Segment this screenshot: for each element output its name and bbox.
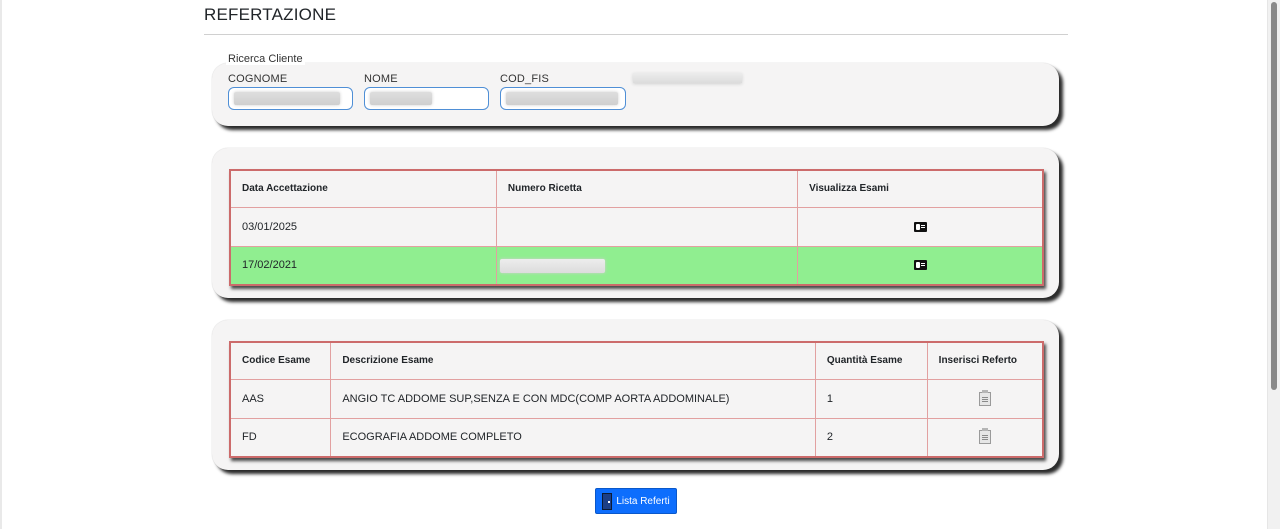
- redacted-value: [234, 92, 340, 105]
- id-card-icon[interactable]: [913, 221, 927, 232]
- report-icon[interactable]: [978, 428, 991, 445]
- exam-description-cell: ECOGRAFIA ADDOME COMPLETO: [330, 417, 816, 458]
- col-header-codice-esame: Codice Esame: [229, 341, 332, 380]
- nome-label: NOME: [364, 73, 398, 85]
- col-header-inserisci-referto: Inserisci Referto: [926, 341, 1044, 380]
- exam-description-cell: ANGIO TC ADDOME SUP,SENZA E CON MDC(COMP…: [330, 378, 816, 419]
- cognome-input[interactable]: [228, 87, 353, 110]
- table-row[interactable]: 03/01/2025: [229, 206, 1044, 247]
- col-header-numero-ricetta: Numero Ricetta: [495, 169, 799, 208]
- redacted-value: [506, 92, 618, 105]
- redacted-value: [499, 258, 605, 273]
- table-header-row: Data Accettazione Numero Ricetta Visuali…: [229, 169, 1044, 208]
- codfis-input[interactable]: [500, 87, 626, 110]
- redacted-area: [633, 73, 742, 83]
- redacted-value: [370, 92, 432, 105]
- acceptance-date-cell: 03/01/2025: [229, 206, 497, 247]
- cognome-label: COGNOME: [228, 73, 288, 85]
- exam-quantity-cell: 2: [814, 417, 928, 458]
- page-left-border: [0, 0, 2, 529]
- insert-report-cell: [926, 417, 1044, 458]
- search-legend: Ricerca Cliente: [226, 53, 305, 65]
- col-header-quantita-esame: Quantità Esame: [814, 341, 928, 380]
- id-card-icon[interactable]: [913, 260, 927, 271]
- page-title: REFERTAZIONE: [204, 5, 337, 24]
- view-exams-cell: [797, 245, 1044, 286]
- col-header-data-accettazione: Data Accettazione: [229, 169, 497, 208]
- table-row: FD ECOGRAFIA ADDOME COMPLETO 2: [229, 417, 1044, 458]
- lista-referti-button[interactable]: Lista Referti: [595, 488, 677, 514]
- table-row: AAS ANGIO TC ADDOME SUP,SENZA E CON MDC(…: [229, 378, 1044, 419]
- vertical-scrollbar[interactable]: [1267, 0, 1280, 529]
- scrollbar-thumb[interactable]: [1271, 2, 1277, 390]
- exam-code-cell: AAS: [229, 378, 332, 419]
- exams-table: Codice Esame Descrizione Esame Quantità …: [229, 341, 1044, 458]
- insert-report-cell: [926, 378, 1044, 419]
- prescription-cell: [495, 245, 799, 286]
- view-exams-cell: [797, 206, 1044, 247]
- door-icon: [602, 492, 613, 510]
- title-divider: [204, 34, 1068, 35]
- exam-quantity-cell: 1: [814, 378, 928, 419]
- report-icon[interactable]: [978, 389, 991, 406]
- exam-code-cell: FD: [229, 417, 332, 458]
- col-header-descrizione-esame: Descrizione Esame: [330, 341, 816, 380]
- lista-referti-label: Lista Referti: [616, 495, 670, 507]
- prescription-cell: [495, 206, 799, 247]
- table-row-selected[interactable]: 17/02/2021: [229, 245, 1044, 286]
- col-header-visualizza-esami: Visualizza Esami: [797, 169, 1044, 208]
- acceptance-date-cell: 17/02/2021: [229, 245, 497, 286]
- codfis-label: COD_FIS: [500, 73, 550, 85]
- nome-input[interactable]: [364, 87, 489, 110]
- acceptance-table: Data Accettazione Numero Ricetta Visuali…: [229, 169, 1044, 286]
- table-header-row: Codice Esame Descrizione Esame Quantità …: [229, 341, 1044, 380]
